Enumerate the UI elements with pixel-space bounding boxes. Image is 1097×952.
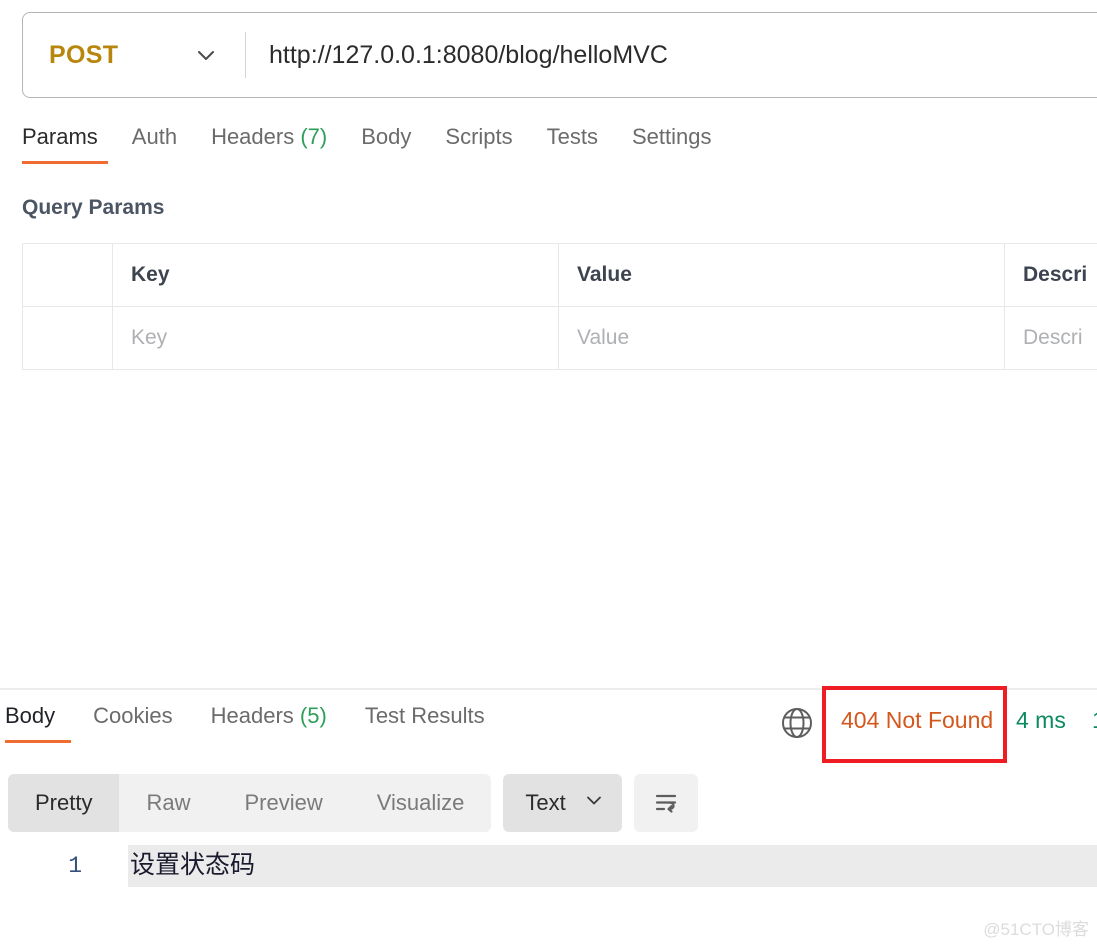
chevron-down-icon[interactable] [195,44,217,66]
response-body-line: 设置状态码 [128,845,1097,887]
table-header: Key Value Descri [22,243,1097,307]
column-header-description: Descri [1004,243,1097,307]
column-header-check [22,243,113,307]
response-status-code: 404 Not Found [841,707,994,733]
tab-settings-label: Settings [632,124,712,149]
table-body: Key Value Descri [22,306,1097,370]
wrap-lines-button[interactable] [633,774,698,832]
response-tabs: Body Cookies Headers (5) Test Results [5,703,523,743]
view-mode-raw[interactable]: Raw [119,774,217,832]
row-checkbox-cell[interactable] [22,306,113,370]
row-key-cell[interactable]: Key [112,306,559,370]
response-tab-test-results-label: Test Results [364,703,485,728]
view-mode-pretty[interactable]: Pretty [8,774,120,832]
row-description-cell[interactable]: Descri [1004,306,1097,370]
http-method-selector[interactable]: POST [23,13,245,97]
view-mode-group: Pretty Raw Preview Visualize [8,774,492,832]
table-header-row: Key Value Descri [22,243,1097,307]
tab-params[interactable]: Params [22,124,118,164]
column-header-key: Key [112,243,559,307]
view-mode-preview[interactable]: Preview [217,774,349,832]
column-header-value: Value [558,243,1005,307]
tab-body[interactable]: Body [361,124,431,164]
response-time: 4 ms [1016,707,1066,733]
tab-headers-count: (7) [300,124,328,149]
tab-settings[interactable]: Settings [632,124,732,164]
tab-tests[interactable]: Tests [547,124,618,164]
request-url-bar: POST http://127.0.0.1:8080/blog/helloMVC [22,12,1097,98]
response-format-select[interactable]: Text [503,774,622,832]
tab-scripts-label: Scripts [445,124,513,149]
http-method-label: POST [49,40,119,69]
response-tab-headers-label: Headers [210,703,294,728]
query-params-table: Key Value Descri Key Value Descri [22,243,1097,370]
response-view-toolbar: Pretty Raw Preview Visualize Text [8,774,698,832]
query-params-title: Query Params [22,196,165,219]
line-number: 1 [68,853,82,879]
response-tab-cookies[interactable]: Cookies [93,703,172,743]
response-tab-headers[interactable]: Headers (5) [211,703,327,743]
tab-tests-label: Tests [546,124,598,149]
response-tab-cookies-label: Cookies [93,703,173,728]
url-input[interactable]: http://127.0.0.1:8080/blog/helloMVC [269,41,668,70]
url-bar-divider [245,32,246,78]
response-body-viewer[interactable]: 1 设置状态码 [0,845,1097,887]
globe-icon[interactable] [780,706,814,740]
view-mode-visualize[interactable]: Visualize [350,774,492,832]
response-format-label: Text [525,790,566,815]
chevron-down-icon [584,790,604,816]
response-tab-test-results[interactable]: Test Results [365,703,485,743]
watermark: @51CTO博客 [983,920,1089,939]
row-value-cell[interactable]: Value [558,306,1005,370]
request-tabs: Params Auth Headers (7) Body Scripts Tes… [22,124,746,164]
tab-auth[interactable]: Auth [132,124,197,164]
tab-headers[interactable]: Headers (7) [211,124,347,164]
tab-auth-label: Auth [131,124,178,149]
tab-body-label: Body [361,124,412,149]
response-tab-body[interactable]: Body [5,703,72,743]
response-tab-headers-count: (5) [299,703,327,728]
tab-params-label: Params [22,124,98,149]
response-tab-body-label: Body [5,703,56,728]
response-size: 1 [1092,707,1097,734]
table-row[interactable]: Key Value Descri [22,306,1097,370]
tab-headers-label: Headers [211,124,295,149]
wrap-lines-icon [655,794,676,813]
tab-scripts[interactable]: Scripts [445,124,532,164]
